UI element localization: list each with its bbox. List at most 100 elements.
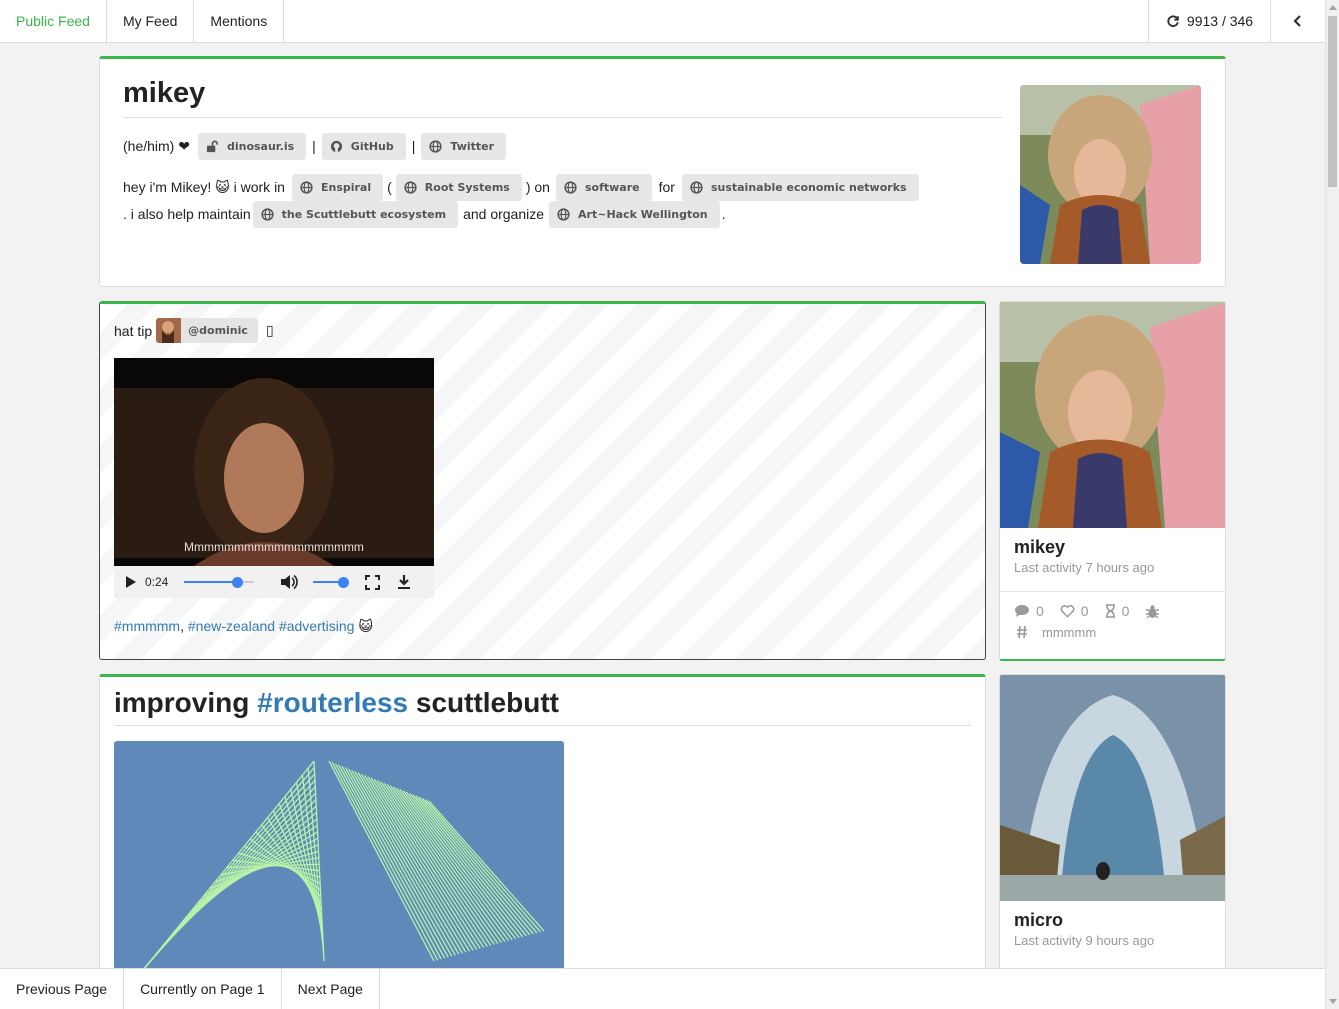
count: 0 (1080, 603, 1089, 619)
video-player[interactable]: Mmmmmmmmmmmmmmmmmm 0:24 (114, 358, 434, 598)
globe-icon (564, 181, 577, 194)
post-card: hat tip @dominic ▯ Mmmmmmmmmmmmmmmmmm 0:… (99, 301, 986, 660)
hourglass-count[interactable]: 0 (1105, 603, 1130, 619)
title-text: improving (114, 687, 250, 718)
play-icon[interactable] (125, 575, 137, 589)
bio-link-scuttlebutt[interactable]: the Scuttlebutt ecosystem (252, 201, 459, 228)
bio-text: . (721, 206, 726, 222)
comment-count[interactable]: 0 (1014, 603, 1044, 619)
tag-link[interactable]: #advertising (279, 618, 355, 634)
mention-avatar (156, 318, 182, 343)
collapse-button[interactable] (1270, 0, 1325, 42)
post-title: improving #routerless scuttlebutt (114, 687, 971, 726)
channel-label: mmmmm (1042, 625, 1097, 640)
string-art-image (114, 741, 564, 973)
link-dinosaur[interactable]: dinosaur.is (197, 133, 307, 160)
globe-icon (300, 181, 313, 194)
tab-my-feed[interactable]: My Feed (107, 0, 195, 42)
vertical-scrollbar[interactable] (1325, 0, 1339, 1009)
pill-label: sustainable economic networks (710, 181, 907, 194)
scroll-down-arrow[interactable] (1329, 999, 1337, 1004)
bug-icon (1146, 604, 1160, 618)
fullscreen-icon[interactable] (365, 574, 381, 590)
separator: | (411, 138, 416, 154)
post-stats: 0 0 0 (1000, 591, 1225, 619)
like-count[interactable]: 0 (1060, 603, 1089, 619)
tag-link[interactable]: #new-zealand (188, 618, 275, 634)
comment-icon (1015, 605, 1029, 617)
link-label: dinosaur.is (226, 140, 295, 153)
pager: Previous Page Currently on Page 1 Next P… (0, 968, 1325, 1009)
current-page-label: Currently on Page 1 (124, 969, 282, 1009)
globe-icon (404, 181, 417, 194)
link-label: GitHub (350, 140, 394, 153)
download-icon[interactable] (397, 574, 411, 590)
post-emoji: 😺 (358, 618, 373, 634)
bio-link-art-hack[interactable]: Art~Hack Wellington (549, 201, 720, 228)
tag-link[interactable]: #routerless (257, 687, 408, 718)
author-card[interactable]: mikey Last activity 7 hours ago 0 0 0 mm… (999, 301, 1226, 661)
mention-label: @dominic (188, 324, 248, 337)
hourglass-icon (1105, 604, 1115, 618)
link-github[interactable]: GitHub (321, 133, 406, 160)
volume-icon[interactable] (280, 574, 299, 590)
post-text: hat tip @dominic ▯ (114, 318, 274, 343)
post-card: improving #routerless scuttlebutt (99, 674, 986, 974)
tag-link[interactable]: #mmmmm (114, 618, 180, 634)
refresh-icon (1167, 15, 1179, 27)
tag-separator: , (180, 618, 184, 634)
tab-mentions[interactable]: Mentions (194, 0, 285, 42)
tab-public-feed[interactable]: Public Feed (0, 0, 107, 42)
bio-link-root-systems[interactable]: Root Systems (395, 174, 522, 201)
sync-count: 9913 / 346 (1186, 13, 1254, 29)
pill-label: Art~Hack Wellington (578, 208, 708, 221)
post-trailing: ▯ (265, 322, 274, 338)
count: 0 (1121, 603, 1130, 619)
author-avatar (1000, 675, 1225, 901)
video-caption: Mmmmmmmmmmmmmmmmmm (184, 540, 364, 554)
video-controls: 0:24 (114, 566, 434, 598)
hash-icon (1017, 625, 1027, 639)
last-activity: Last activity 7 hours ago (1014, 560, 1155, 575)
bio-text: for (658, 179, 675, 195)
profile-avatar[interactable] (1020, 85, 1201, 264)
scroll-up-arrow[interactable] (1329, 5, 1337, 10)
bio-link-enspiral[interactable]: Enspiral (291, 174, 384, 201)
channel-tag[interactable]: mmmmm (1016, 625, 1225, 640)
sync-status-button[interactable]: 9913 / 346 (1148, 0, 1270, 42)
heart-icon (1060, 605, 1075, 618)
mention-dominic[interactable]: @dominic (156, 318, 258, 343)
author-name: micro (1014, 910, 1064, 930)
author-card[interactable]: micro Last activity 9 hours ago (999, 674, 1226, 974)
pill-label: Root Systems (424, 181, 510, 194)
volume-slider[interactable] (313, 576, 349, 588)
scroll-thumb[interactable] (1328, 16, 1337, 187)
globe-icon (429, 140, 443, 153)
bio-text: hey i'm Mikey! 😺 i work in (123, 179, 285, 195)
pill-label: Enspiral (320, 181, 372, 194)
video-time: 0:24 (145, 575, 169, 589)
author-avatar (1000, 302, 1225, 528)
bio-link-software[interactable]: software (555, 174, 652, 201)
globe-icon (690, 181, 703, 194)
github-icon (330, 140, 342, 153)
link-twitter[interactable]: Twitter (421, 133, 507, 160)
previous-page-button[interactable]: Previous Page (0, 969, 125, 1009)
separator: | (312, 138, 316, 154)
avatar-image (1020, 85, 1201, 264)
author-name: mikey (1014, 537, 1066, 557)
post-prefix: hat tip (114, 322, 153, 339)
bio-text: ( (387, 179, 392, 195)
next-page-button[interactable]: Next Page (282, 969, 380, 1009)
bio-text: ) on (525, 179, 550, 195)
count: 0 (1036, 603, 1044, 619)
bug-button[interactable] (1145, 604, 1160, 619)
pronouns: (he/him) ❤ (123, 138, 190, 154)
chevron-left-icon (1293, 15, 1301, 27)
bio-link-sen[interactable]: sustainable economic networks (681, 174, 919, 201)
pill-label: the Scuttlebutt ecosystem (281, 208, 447, 221)
seek-slider[interactable] (184, 576, 255, 588)
post-image[interactable] (114, 741, 564, 973)
link-label: Twitter (450, 140, 495, 153)
